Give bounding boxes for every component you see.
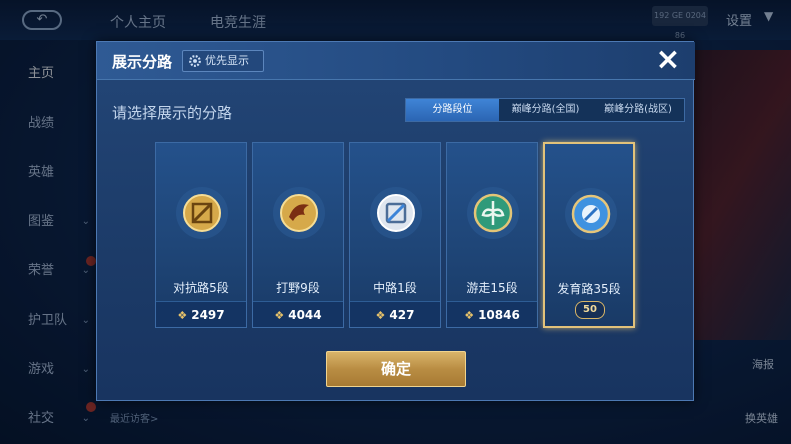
priority-display-button[interactable]: 优先显示 [182, 50, 264, 72]
lane-card-label: 中路1段 [373, 281, 417, 295]
clash-lane-emblem-icon [176, 187, 228, 239]
lane-card-label: 打野9段 [276, 281, 320, 295]
roam-emblem-icon [467, 187, 519, 239]
lane-card-label: 游走15段 [466, 281, 518, 295]
lane-card-jungle[interactable]: 打野9段 ❖ 4044 [252, 142, 344, 328]
jungle-emblem-icon [273, 187, 325, 239]
tab-lane-rank[interactable]: 分路段位 [406, 99, 499, 121]
lane-display-dialog: 展示分路 优先显示 × 请选择展示的分路 分路段位 巅峰分路(全国) 巅峰分路(… [96, 41, 695, 401]
score-icon: ❖ [274, 309, 285, 322]
lane-card-label: 对抗路5段 [173, 281, 229, 295]
farm-lane-emblem-icon [565, 188, 617, 240]
lane-card-roam[interactable]: 游走15段 ❖ 10846 [446, 142, 538, 328]
star-badge: 50 [575, 301, 605, 319]
tab-peak-lane-region[interactable]: 巅峰分路(战区) [592, 99, 684, 121]
lane-cards: 对抗路5段 ❖ 2497 打野9段 ❖ 4044 中路1段 ❖ 427 游走15… [155, 142, 635, 328]
lane-card-label: 发育路35段 [557, 282, 621, 296]
lane-card-clash[interactable]: 对抗路5段 ❖ 2497 [155, 142, 247, 328]
mid-lane-emblem-icon [370, 187, 422, 239]
lane-tabs: 分路段位 巅峰分路(全国) 巅峰分路(战区) [405, 98, 685, 122]
score-icon: ❖ [375, 309, 386, 322]
lane-score: ❖ 10846 [447, 301, 537, 327]
gear-icon [189, 55, 201, 67]
lane-card-farm[interactable]: 发育路35段 50 [543, 142, 635, 328]
lane-card-mid[interactable]: 中路1段 ❖ 427 [349, 142, 441, 328]
lane-score: ❖ 4044 [253, 301, 343, 327]
lane-score: ❖ 427 [350, 301, 440, 327]
score-icon: ❖ [464, 309, 475, 322]
tab-peak-lane-national[interactable]: 巅峰分路(全国) [499, 99, 592, 121]
dialog-header: 展示分路 优先显示 × [97, 42, 695, 80]
lane-score: ❖ 2497 [156, 301, 246, 327]
dialog-title: 展示分路 [112, 53, 173, 71]
priority-button-label: 优先显示 [205, 54, 249, 67]
confirm-button[interactable]: 确定 [326, 351, 466, 387]
score-icon: ❖ [177, 309, 188, 322]
dialog-subtitle: 请选择展示的分路 [112, 104, 233, 122]
close-icon[interactable]: × [652, 45, 684, 76]
